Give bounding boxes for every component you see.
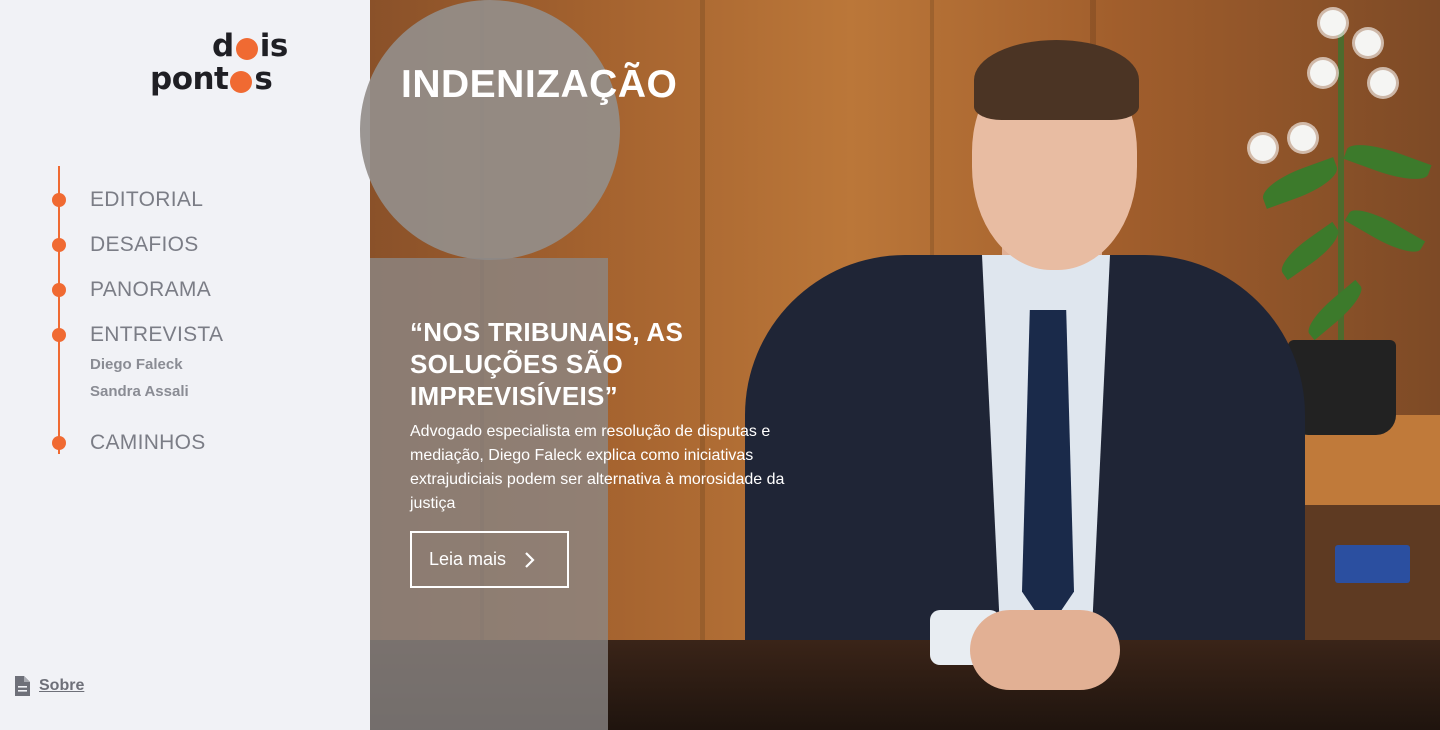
about-link[interactable]: Sobre: [14, 676, 84, 696]
orchid-leaf: [1301, 279, 1369, 341]
orchid-flower: [1310, 60, 1336, 86]
nav-label: CAMINHOS: [90, 431, 206, 454]
orchid-leaf: [1344, 201, 1426, 261]
orchid-leaf: [1257, 157, 1343, 209]
person-hand: [970, 610, 1120, 690]
nav-dot: [52, 238, 66, 252]
logo-text: pont: [150, 61, 229, 97]
orchid-leaf: [1275, 221, 1345, 281]
orchid-flower: [1320, 10, 1346, 36]
logo-text: is: [259, 28, 289, 64]
orchid-leaf: [1343, 136, 1432, 188]
about-label: Sobre: [39, 677, 85, 694]
read-more-label: Leia mais: [429, 549, 507, 569]
desk-object: [1335, 545, 1410, 583]
read-more-button[interactable]: Leia mais: [410, 531, 569, 588]
orchid-flower: [1355, 30, 1381, 56]
logo-dot: [235, 37, 258, 60]
nav-subitem-sandra-assali[interactable]: Sandra Assali: [90, 383, 189, 400]
person-hair: [974, 40, 1139, 120]
article-summary: Advogado especialista em resolução de di…: [410, 423, 785, 512]
nav-dot: [52, 283, 66, 297]
category-title: INDENIZAÇÃO: [401, 63, 678, 106]
logo-text: d: [212, 28, 234, 64]
nav-label: PANORAMA: [90, 278, 212, 301]
nav-label: ENTREVISTA: [90, 323, 224, 346]
logo-text: s: [254, 61, 273, 97]
nav-timeline: [58, 166, 60, 454]
logo-dot: [230, 70, 253, 93]
nav-dot: [52, 328, 66, 342]
document-icon: [15, 676, 30, 696]
orchid-flower: [1370, 70, 1396, 96]
orchid-flower: [1290, 125, 1316, 151]
nav-dot: [52, 436, 66, 450]
orchid-flower: [1250, 135, 1276, 161]
logo[interactable]: d is pont s: [150, 30, 310, 100]
article-headline: “NOS TRIBUNAIS, AS SOLUÇÕES SÃO IMPREVIS…: [410, 317, 684, 411]
nav-subitem-diego-faleck[interactable]: Diego Faleck: [90, 356, 183, 373]
category-circle: [360, 0, 620, 260]
nav-label: DESAFIOS: [90, 233, 199, 256]
chevron-right-icon: [525, 551, 535, 568]
sidebar: d is pont s EDITORIAL DESAFIOS PANORAMA …: [0, 0, 370, 730]
nav-label: EDITORIAL: [90, 188, 204, 211]
person-tie: [1022, 310, 1074, 630]
nav-dot: [52, 193, 66, 207]
section-nav: EDITORIAL DESAFIOS PANORAMA ENTREVISTA D…: [52, 166, 352, 456]
